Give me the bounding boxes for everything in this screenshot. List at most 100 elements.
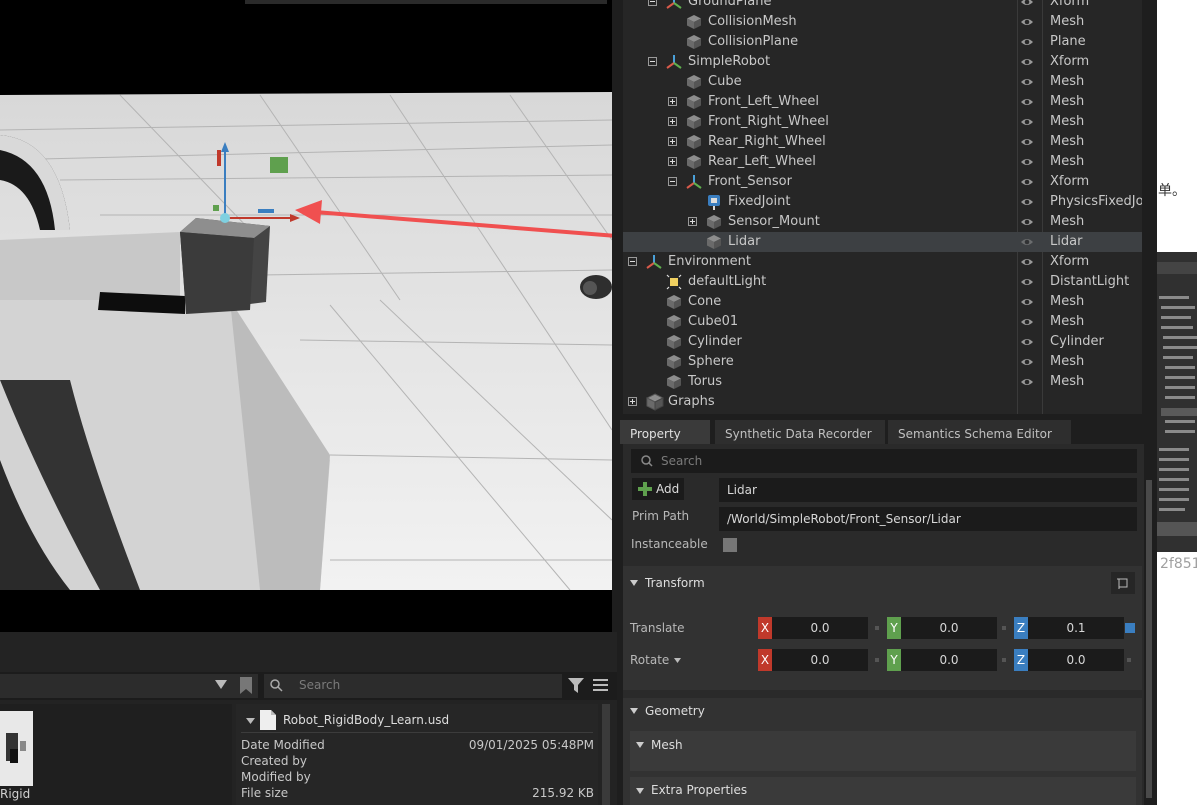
tab-property[interactable]: Property — [620, 420, 710, 444]
tab-semantics-schema-editor[interactable]: Semantics Schema Editor — [888, 420, 1071, 444]
mesh-icon — [686, 14, 702, 30]
visibility-eye-icon[interactable] — [1020, 236, 1034, 248]
tree-row-sphere[interactable]: Sphere Mesh — [623, 352, 1142, 372]
mesh-icon — [666, 354, 682, 370]
prim-path-field[interactable]: /World/SimpleRobot/Front_Sensor/Lidar — [719, 507, 1137, 531]
visibility-eye-icon[interactable] — [1020, 296, 1034, 308]
visibility-eye-icon[interactable] — [1020, 76, 1034, 88]
expand-icon[interactable] — [668, 157, 677, 166]
tree-row-collisionmesh[interactable]: CollisionMesh Mesh — [623, 12, 1142, 32]
collapse-icon[interactable] — [668, 177, 677, 186]
bookmark-icon[interactable] — [240, 677, 252, 694]
filter-icon[interactable] — [568, 678, 584, 694]
property-search-placeholder: Search — [661, 454, 703, 468]
mesh-icon — [666, 334, 682, 350]
tree-row-cone[interactable]: Cone Mesh — [623, 292, 1142, 312]
collapse-icon[interactable] — [648, 0, 657, 6]
instanceable-checkbox[interactable] — [723, 538, 737, 552]
visibility-eye-icon[interactable] — [1020, 16, 1034, 28]
geometry-header[interactable]: Geometry — [623, 698, 1142, 724]
property-scrollbar[interactable] — [1146, 480, 1152, 798]
tree-row-groundplane[interactable]: GroundPlane Xform — [623, 0, 1142, 12]
transform-header[interactable]: Transform — [623, 566, 1142, 600]
tree-row-cube01[interactable]: Cube01 Mesh — [623, 312, 1142, 332]
rotate-y-field[interactable]: Y 0.0 — [887, 649, 997, 671]
visibility-eye-icon[interactable] — [1020, 316, 1034, 328]
expand-icon[interactable] — [668, 97, 677, 106]
translate-z-field[interactable]: Z 0.1 — [1014, 617, 1124, 639]
tree-row-front-right-wheel[interactable]: Front_Right_Wheel Mesh — [623, 112, 1142, 132]
visibility-eye-icon[interactable] — [1020, 376, 1034, 388]
viewport-scene[interactable] — [0, 0, 612, 632]
tree-row-front-sensor[interactable]: Front_Sensor Xform — [623, 172, 1142, 192]
tree-row-type: PhysicsFixedJoint — [1050, 194, 1142, 209]
visibility-eye-icon[interactable] — [1020, 176, 1034, 188]
visibility-eye-icon[interactable] — [1020, 256, 1034, 268]
tree-row-sensor-mount[interactable]: Sensor_Mount Mesh — [623, 212, 1142, 232]
tree-row-front-left-wheel[interactable]: Front_Left_Wheel Mesh — [623, 92, 1142, 112]
visibility-eye-icon[interactable] — [1020, 56, 1034, 68]
tree-row-environment[interactable]: Environment Xform — [623, 252, 1142, 272]
tree-row-cube[interactable]: Cube Mesh — [623, 72, 1142, 92]
visibility-eye-icon[interactable] — [1020, 156, 1034, 168]
chevron-down-icon[interactable] — [674, 658, 681, 663]
tree-row-name: Torus — [688, 374, 723, 389]
tree-row-type: Xform — [1050, 254, 1090, 269]
tree-row-defaultlight[interactable]: defaultLight DistantLight — [623, 272, 1142, 292]
tree-row-rear-left-wheel[interactable]: Rear_Left_Wheel Mesh — [623, 152, 1142, 172]
tree-row-name: Sphere — [688, 354, 734, 369]
tab-synthetic-data-recorder[interactable]: Synthetic Data Recorder — [715, 420, 885, 444]
visibility-eye-icon[interactable] — [1020, 276, 1034, 288]
tree-row-name: Rear_Left_Wheel — [708, 154, 816, 169]
tree-row-cylinder[interactable]: Cylinder Cylinder — [623, 332, 1142, 352]
translate-reset-indicator[interactable] — [1125, 623, 1135, 633]
tree-row-fixedjoint[interactable]: FixedJoint PhysicsFixedJoint — [623, 192, 1142, 212]
tree-row-lidar[interactable]: Lidar Lidar — [623, 232, 1142, 252]
tree-row-graphs[interactable]: Graphs — [623, 392, 1142, 412]
expand-icon[interactable] — [688, 217, 697, 226]
collapse-icon[interactable] — [648, 57, 657, 66]
visibility-eye-icon[interactable] — [1020, 336, 1034, 348]
viewport[interactable] — [0, 0, 612, 632]
tree-row-type: Mesh — [1050, 294, 1085, 309]
tree-row-name: FixedJoint — [728, 194, 791, 209]
expand-icon[interactable] — [668, 137, 677, 146]
translate-x-field[interactable]: X 0.0 — [758, 617, 868, 639]
tree-row-rear-right-wheel[interactable]: Rear_Right_Wheel Mesh — [623, 132, 1142, 152]
mesh-subsection[interactable]: Mesh — [630, 731, 1136, 771]
visibility-eye-icon[interactable] — [1020, 356, 1034, 368]
menu-icon[interactable] — [593, 679, 608, 692]
visibility-eye-icon[interactable] — [1020, 36, 1034, 48]
add-button[interactable]: Add — [632, 478, 684, 500]
visibility-eye-icon[interactable] — [1020, 136, 1034, 148]
visibility-eye-icon[interactable] — [1020, 116, 1034, 128]
rotate-x-field[interactable]: X 0.0 — [758, 649, 868, 671]
translate-y-field[interactable]: Y 0.0 — [887, 617, 997, 639]
content-search-input[interactable]: Search — [264, 674, 562, 698]
file-thumbnail[interactable] — [0, 711, 33, 786]
expand-icon[interactable] — [668, 117, 677, 126]
collapse-icon[interactable] — [628, 257, 637, 266]
tree-row-collisionplane[interactable]: CollisionPlane Plane — [623, 32, 1142, 52]
details-scrollbar[interactable] — [602, 704, 610, 805]
tree-row-simplerobot[interactable]: SimpleRobot Xform — [623, 52, 1142, 72]
visibility-eye-icon[interactable] — [1020, 96, 1034, 108]
extra-properties-subsection[interactable]: Extra Properties — [630, 777, 1136, 805]
tree-row-type: Mesh — [1050, 374, 1085, 389]
visibility-eye-icon[interactable] — [1020, 0, 1034, 8]
rotate-label[interactable]: Rotate — [630, 653, 669, 667]
chevron-down-icon[interactable] — [246, 718, 255, 724]
property-search-input[interactable]: Search — [631, 449, 1137, 473]
rotate-z-field[interactable]: Z 0.0 — [1014, 649, 1124, 671]
chevron-down-icon[interactable] — [215, 680, 227, 690]
axis-x-tag: X — [758, 617, 772, 639]
file-header[interactable]: Robot_RigidBody_Learn.usd — [236, 708, 598, 732]
visibility-eye-icon[interactable] — [1020, 216, 1034, 228]
visibility-eye-icon[interactable] — [1020, 196, 1034, 208]
path-field[interactable] — [0, 674, 258, 698]
tree-row-torus[interactable]: Torus Mesh — [623, 372, 1142, 392]
transform-settings-button[interactable] — [1111, 572, 1135, 594]
prim-name-field[interactable]: Lidar — [719, 478, 1137, 502]
xform-icon — [686, 174, 702, 190]
expand-icon[interactable] — [628, 397, 637, 406]
